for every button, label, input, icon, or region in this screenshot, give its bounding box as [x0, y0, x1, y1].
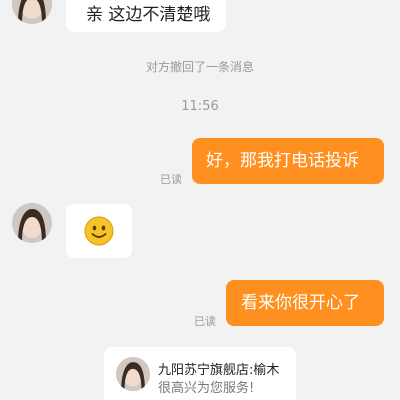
- agent-avatar[interactable]: [12, 0, 52, 24]
- incoming-message-bubble[interactable]: 亲 这边不清楚哦: [66, 0, 226, 32]
- shop-card-subtitle: 很高兴为您服务!: [158, 381, 255, 396]
- incoming-message-text: 亲 这边不清楚哦: [86, 5, 211, 25]
- incoming-emoji-bubble[interactable]: [66, 204, 132, 258]
- shop-card-title: 九阳苏宁旗舰店:榆木: [158, 363, 280, 378]
- outgoing-message-text: 好，那我打电话投诉: [206, 151, 359, 171]
- read-status: 已读: [160, 173, 182, 186]
- agent-avatar[interactable]: [12, 203, 52, 243]
- outgoing-message-text: 看来你很开心了: [241, 293, 360, 313]
- chat-window: 亲 这边不清楚哦 对方撤回了一条消息 11:56 已读 好，那我打电话投诉 已读…: [0, 0, 400, 400]
- message-timestamp: 11:56: [181, 99, 219, 114]
- recall-notice: 对方撤回了一条消息: [145, 60, 254, 74]
- outgoing-message-bubble[interactable]: 看来你很开心了: [226, 280, 384, 326]
- smiley-emoji-icon: [84, 216, 114, 246]
- read-status: 已读: [194, 315, 216, 328]
- outgoing-message-bubble[interactable]: 好，那我打电话投诉: [192, 138, 384, 184]
- shop-service-card[interactable]: 九阳苏宁旗舰店:榆木 很高兴为您服务!: [104, 347, 296, 400]
- shop-agent-avatar: [116, 357, 150, 391]
